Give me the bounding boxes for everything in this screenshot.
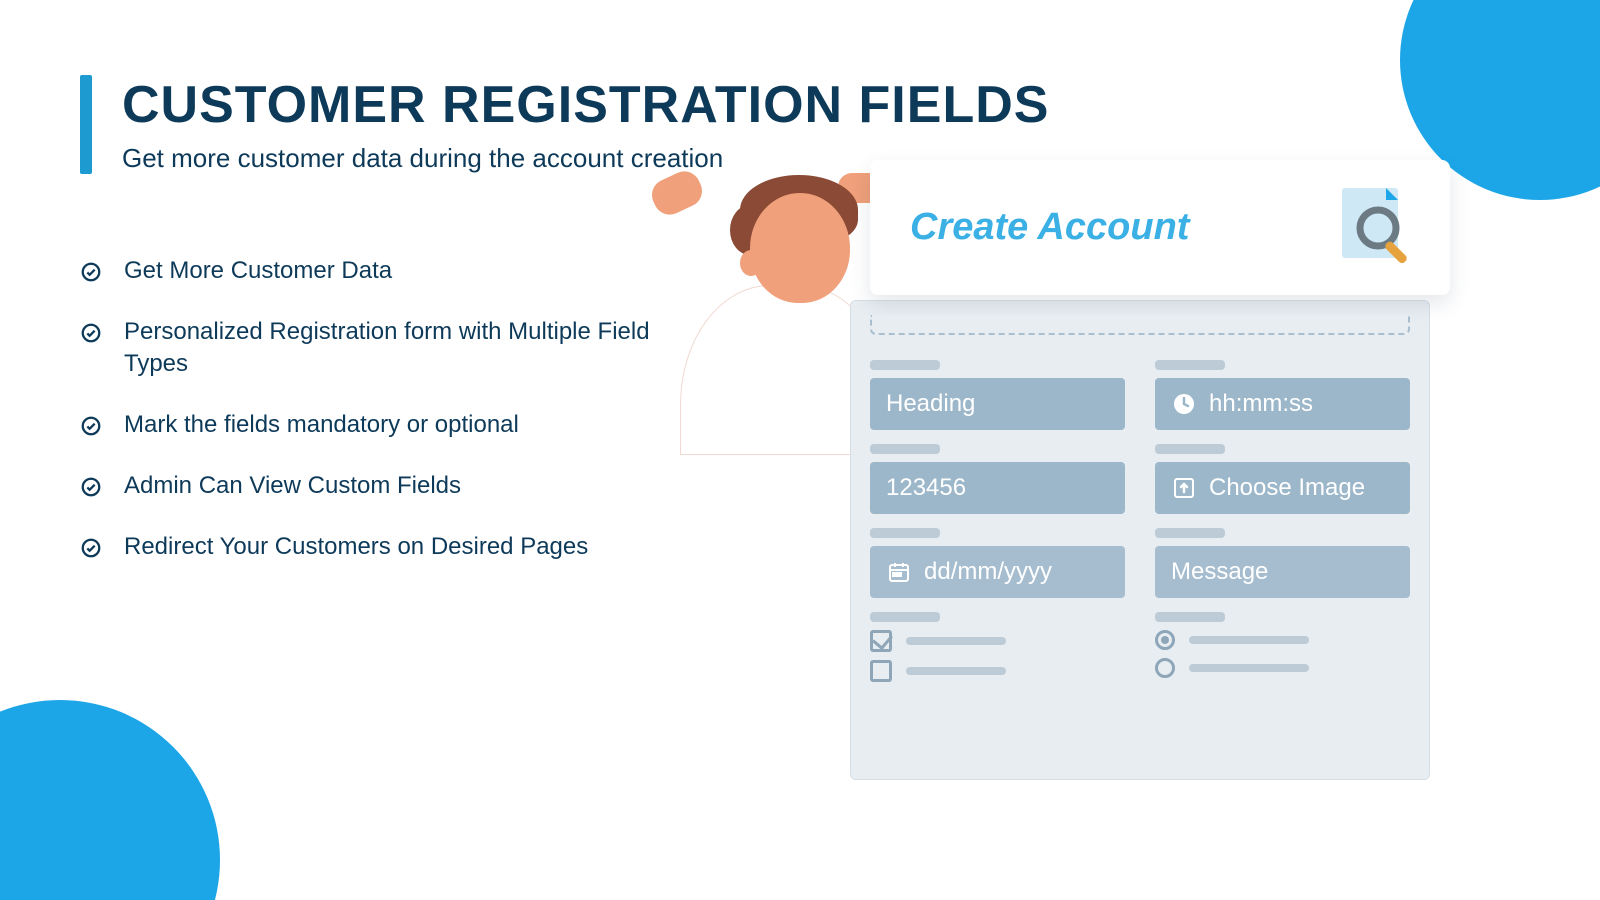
check-circle-icon bbox=[80, 415, 102, 442]
number-field[interactable]: 123456 bbox=[870, 462, 1125, 514]
dashed-divider bbox=[870, 315, 1410, 335]
field-label-stub bbox=[870, 612, 940, 622]
checkbox-icon bbox=[870, 630, 892, 652]
checkbox-icon bbox=[870, 660, 892, 682]
radio-icon bbox=[1155, 630, 1175, 650]
page-title: CUSTOMER REGISTRATION FIELDS bbox=[122, 75, 1049, 135]
option-label-stub bbox=[906, 637, 1006, 645]
date-field[interactable]: dd/mm/yyyy bbox=[870, 546, 1125, 598]
heading-field[interactable]: Heading bbox=[870, 378, 1125, 430]
card-title: Create Account bbox=[910, 206, 1189, 249]
field-text: Message bbox=[1171, 558, 1268, 586]
field-text: Heading bbox=[886, 390, 975, 418]
field-text: 123456 bbox=[886, 474, 966, 502]
time-field[interactable]: hh:mm:ss bbox=[1155, 378, 1410, 430]
field-heading-group: Heading bbox=[870, 360, 1125, 430]
list-item-label: Mark the fields mandatory or optional bbox=[124, 409, 519, 441]
hand-left bbox=[647, 166, 708, 220]
upload-icon bbox=[1171, 475, 1197, 501]
field-text: Choose Image bbox=[1209, 474, 1365, 502]
choose-image-field[interactable]: Choose Image bbox=[1155, 462, 1410, 514]
field-text: dd/mm/yyyy bbox=[924, 558, 1052, 586]
card-header: Create Account bbox=[870, 160, 1450, 295]
magnifier-document-icon bbox=[1330, 180, 1420, 275]
field-message-group: Message bbox=[1155, 528, 1410, 598]
radio-option[interactable] bbox=[1155, 658, 1410, 678]
check-circle-icon bbox=[80, 322, 102, 349]
field-radio-group bbox=[1155, 612, 1410, 682]
list-item: Admin Can View Custom Fields bbox=[80, 470, 680, 503]
clock-icon bbox=[1171, 391, 1197, 417]
list-item-label: Personalized Registration form with Mult… bbox=[124, 316, 680, 381]
list-item: Mark the fields mandatory or optional bbox=[80, 409, 680, 442]
field-label-stub bbox=[1155, 612, 1225, 622]
field-text: hh:mm:ss bbox=[1209, 390, 1313, 418]
field-time-group: hh:mm:ss bbox=[1155, 360, 1410, 430]
list-item: Get More Customer Data bbox=[80, 255, 680, 288]
field-label-stub bbox=[870, 528, 940, 538]
field-image-group: Choose Image bbox=[1155, 444, 1410, 514]
check-circle-icon bbox=[80, 476, 102, 503]
radio-icon bbox=[1155, 658, 1175, 678]
calendar-icon bbox=[886, 559, 912, 585]
radio-option[interactable] bbox=[1155, 630, 1410, 650]
list-item: Redirect Your Customers on Desired Pages bbox=[80, 531, 680, 564]
option-label-stub bbox=[906, 667, 1006, 675]
list-item-label: Admin Can View Custom Fields bbox=[124, 470, 461, 502]
form-grid: Heading hh:mm:ss 123456 Choose Image bbox=[870, 360, 1410, 682]
head bbox=[750, 193, 850, 303]
field-label-stub bbox=[1155, 360, 1225, 370]
field-date-group: dd/mm/yyyy bbox=[870, 528, 1125, 598]
list-item-label: Get More Customer Data bbox=[124, 255, 392, 287]
message-field[interactable]: Message bbox=[1155, 546, 1410, 598]
check-circle-icon bbox=[80, 537, 102, 564]
check-circle-icon bbox=[80, 261, 102, 288]
field-label-stub bbox=[870, 444, 940, 454]
field-number-group: 123456 bbox=[870, 444, 1125, 514]
ear bbox=[740, 250, 762, 276]
list-item: Personalized Registration form with Mult… bbox=[80, 316, 680, 381]
accent-bar bbox=[80, 75, 92, 174]
checkbox-option[interactable] bbox=[870, 630, 1125, 652]
checkbox-option[interactable] bbox=[870, 660, 1125, 682]
field-label-stub bbox=[1155, 528, 1225, 538]
option-label-stub bbox=[1189, 636, 1309, 644]
decor-circle-bottom bbox=[0, 700, 220, 900]
feature-list: Get More Customer Data Personalized Regi… bbox=[80, 255, 680, 592]
field-checkbox-group bbox=[870, 612, 1125, 682]
field-label-stub bbox=[870, 360, 940, 370]
field-label-stub bbox=[1155, 444, 1225, 454]
list-item-label: Redirect Your Customers on Desired Pages bbox=[124, 531, 588, 563]
option-label-stub bbox=[1189, 664, 1309, 672]
